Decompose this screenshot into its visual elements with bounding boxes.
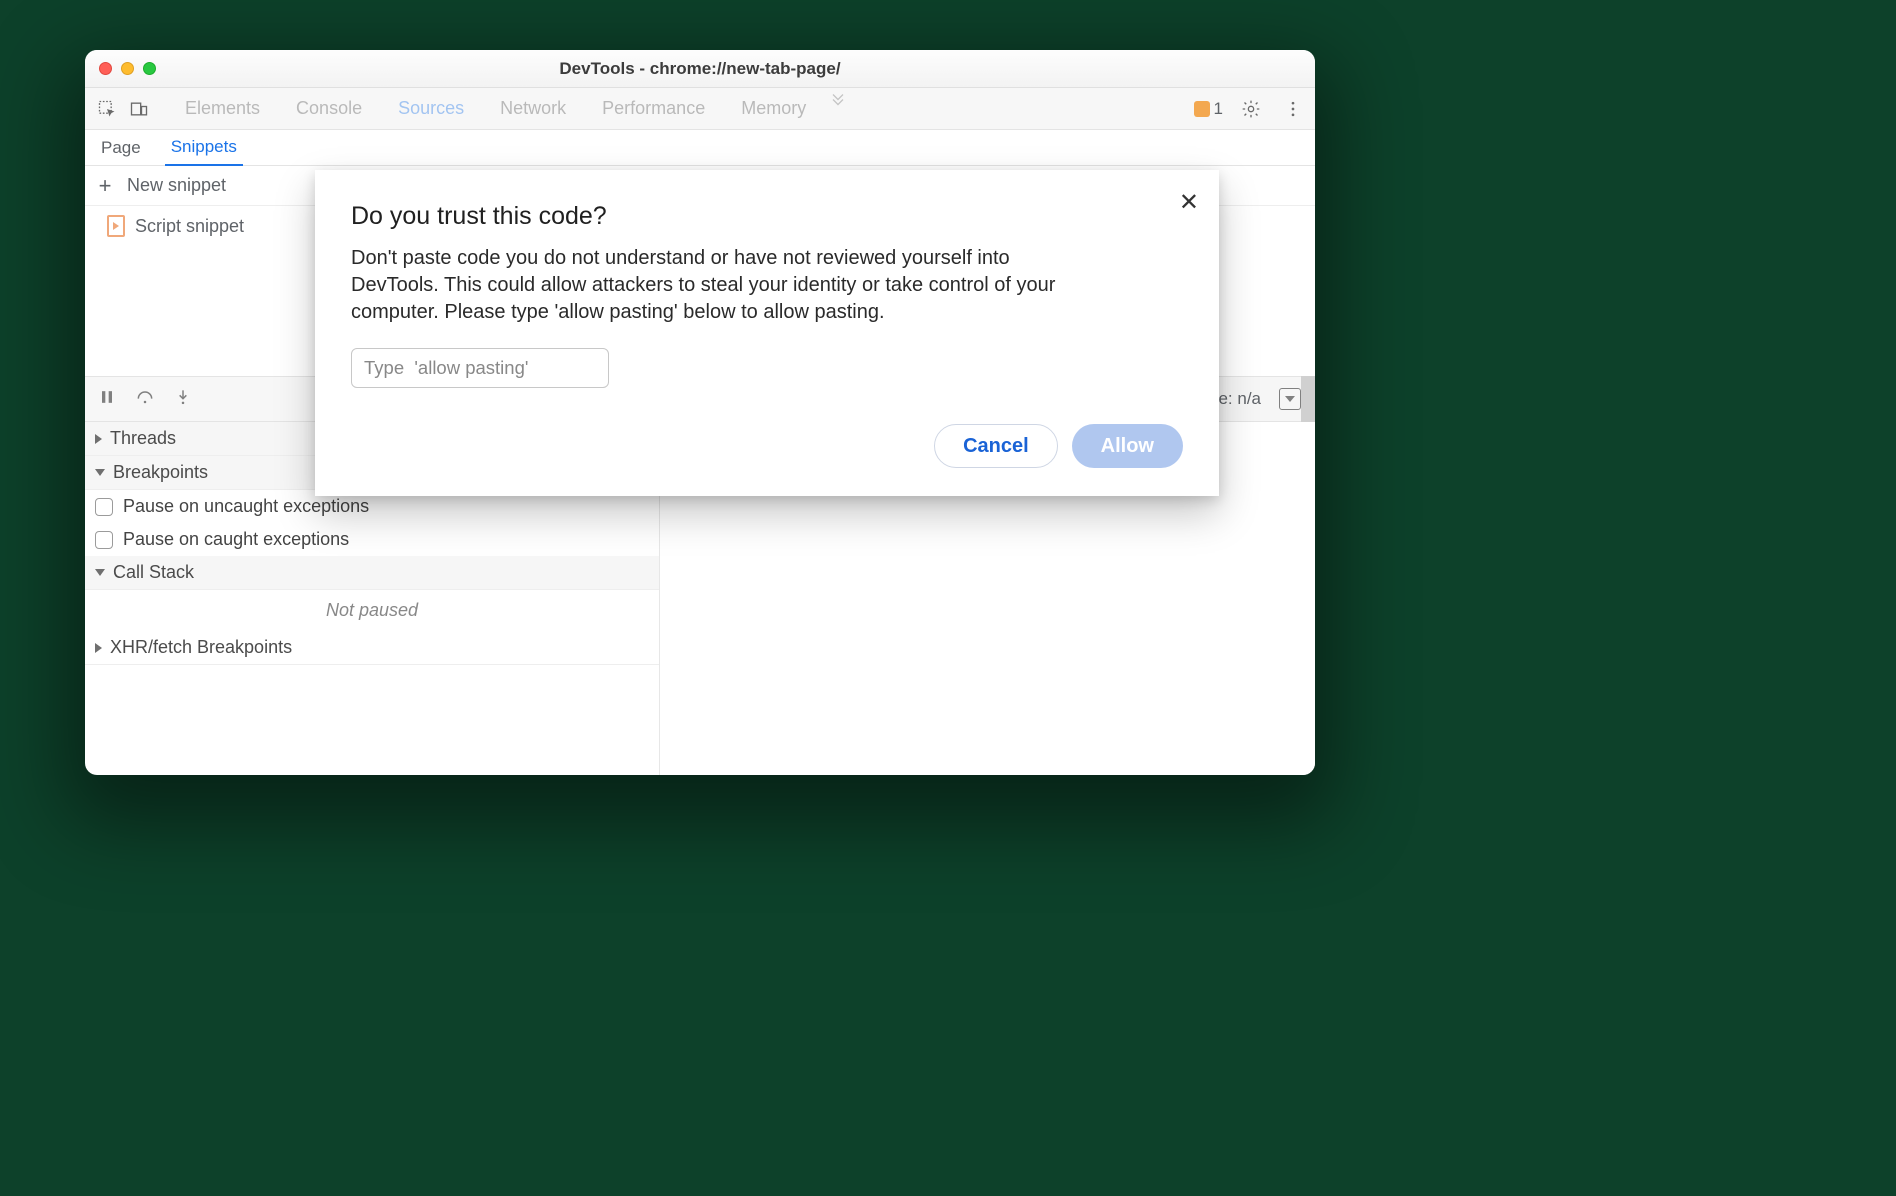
section-threads-label: Threads xyxy=(110,428,176,449)
issues-icon xyxy=(1194,101,1210,117)
pause-icon[interactable] xyxy=(97,387,117,412)
chevron-right-icon xyxy=(95,643,102,653)
snippet-file-label: Script snippet xyxy=(135,216,244,237)
pause-uncaught-label: Pause on uncaught exceptions xyxy=(123,496,369,517)
section-xhr-label: XHR/fetch Breakpoints xyxy=(110,637,292,658)
allow-pasting-input[interactable] xyxy=(351,348,609,388)
issues-badge[interactable]: 1 xyxy=(1194,99,1223,119)
section-breakpoints-label: Breakpoints xyxy=(113,462,208,483)
tab-memory[interactable]: Memory xyxy=(723,88,824,130)
chevron-down-icon xyxy=(95,569,105,576)
dialog-title: Do you trust this code? xyxy=(351,202,1183,231)
chevron-right-icon xyxy=(95,434,102,444)
subtab-snippets[interactable]: Snippets xyxy=(165,130,243,166)
inspect-element-icon[interactable] xyxy=(93,95,121,123)
pause-caught-label: Pause on caught exceptions xyxy=(123,529,349,550)
device-toolbar-icon[interactable] xyxy=(125,95,153,123)
step-into-icon[interactable] xyxy=(173,387,193,412)
settings-gear-icon[interactable] xyxy=(1237,95,1265,123)
dialog-buttons: Cancel Allow xyxy=(351,424,1183,468)
coverage-dropdown-icon[interactable] xyxy=(1279,388,1301,410)
checkbox-caught[interactable] xyxy=(95,531,113,549)
callstack-not-paused: Not paused xyxy=(85,590,659,631)
tab-performance[interactable]: Performance xyxy=(584,88,723,130)
trust-code-dialog: ✕ Do you trust this code? Don't paste co… xyxy=(315,170,1219,496)
titlebar: DevTools - chrome://new-tab-page/ xyxy=(85,50,1315,88)
sources-subtoolbar: Page Snippets xyxy=(85,130,1315,166)
new-snippet-label: New snippet xyxy=(127,175,226,196)
section-callstack-label: Call Stack xyxy=(113,562,194,583)
cancel-button[interactable]: Cancel xyxy=(934,424,1058,468)
kebab-menu-icon[interactable] xyxy=(1279,95,1307,123)
tab-network[interactable]: Network xyxy=(482,88,584,130)
subtab-page[interactable]: Page xyxy=(95,130,147,166)
dialog-body: Don't paste code you do not understand o… xyxy=(351,245,1091,326)
chevron-down-icon xyxy=(95,469,105,476)
dialog-close-icon[interactable]: ✕ xyxy=(1179,188,1199,217)
pause-caught-row[interactable]: Pause on caught exceptions xyxy=(85,523,659,556)
plus-icon: + xyxy=(95,176,115,196)
section-callstack[interactable]: Call Stack xyxy=(85,556,659,590)
section-xhr[interactable]: XHR/fetch Breakpoints xyxy=(85,631,659,665)
step-over-icon[interactable] xyxy=(135,387,155,412)
snippet-file-icon xyxy=(107,215,125,237)
tab-console[interactable]: Console xyxy=(278,88,380,130)
checkbox-uncaught[interactable] xyxy=(95,498,113,516)
devtools-window: DevTools - chrome://new-tab-page/ Elemen… xyxy=(85,50,1315,775)
issues-count: 1 xyxy=(1214,99,1223,119)
tab-sources[interactable]: Sources xyxy=(380,88,482,130)
window-title: DevTools - chrome://new-tab-page/ xyxy=(85,59,1315,79)
devtools-toolbar: Elements Console Sources Network Perform… xyxy=(85,88,1315,130)
tab-elements[interactable]: Elements xyxy=(167,88,278,130)
allow-button[interactable]: Allow xyxy=(1072,424,1183,468)
more-tabs-icon[interactable] xyxy=(824,88,852,116)
panel-tabs: Elements Console Sources Network Perform… xyxy=(167,88,1190,130)
